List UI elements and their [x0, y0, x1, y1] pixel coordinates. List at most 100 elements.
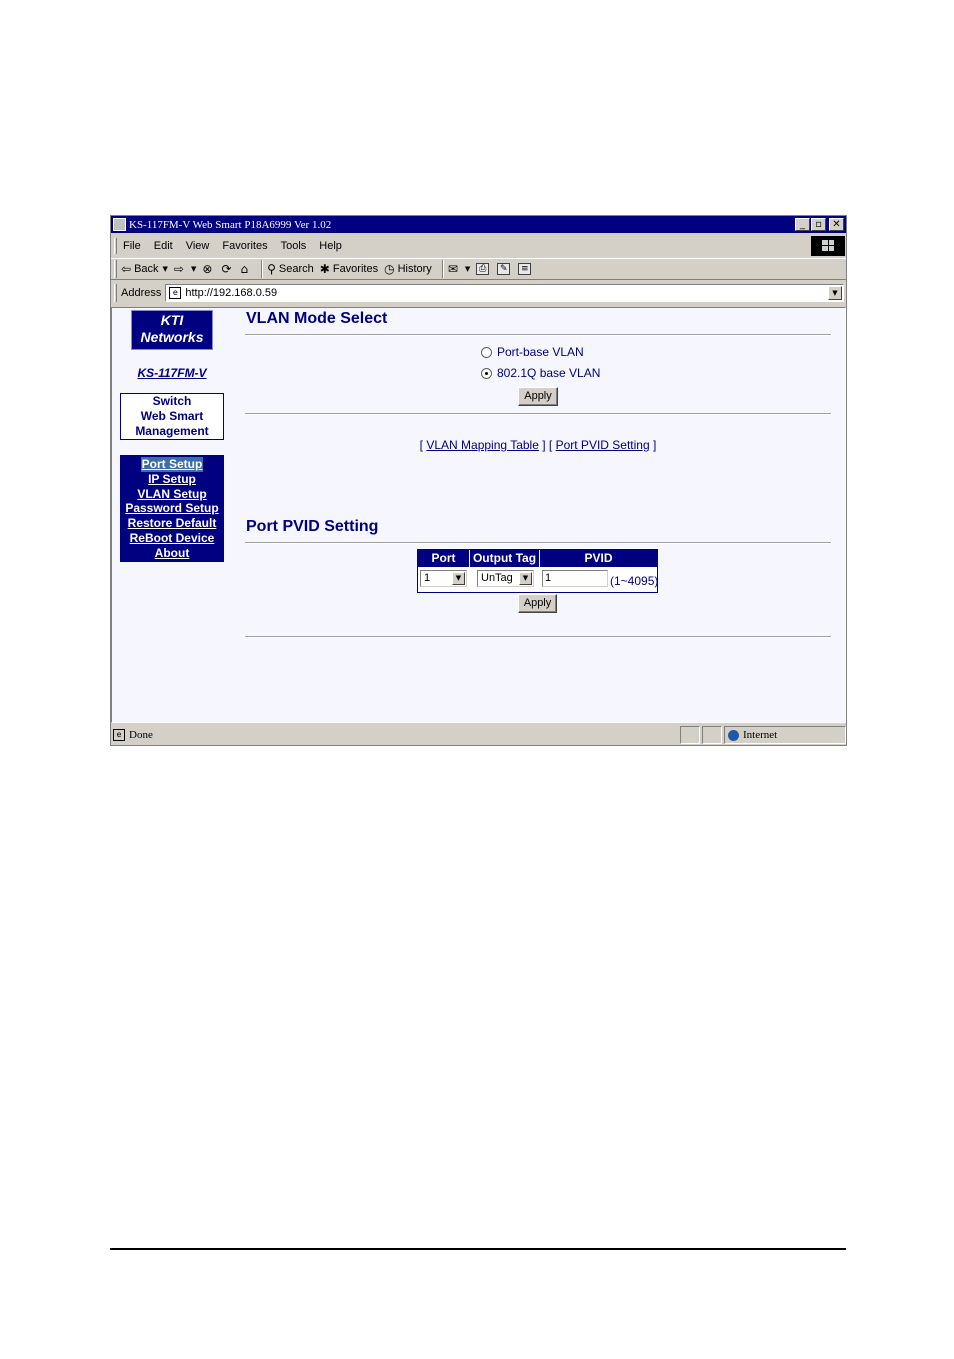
status-pane [680, 726, 700, 744]
menu-edit[interactable]: Edit [154, 240, 173, 252]
history-button[interactable]: ◷ History [384, 262, 432, 276]
address-input[interactable]: e http://192.168.0.59 ▼ [165, 284, 844, 302]
browser-window: KS-117FM-V Web Smart P18A6999 Ver 1.02 _… [110, 215, 847, 746]
print-icon[interactable]: ⎙ [476, 263, 490, 275]
radio-8021q-control[interactable] [481, 367, 492, 379]
forward-button[interactable]: ⇨ ▼ [174, 262, 196, 276]
menu-favorites[interactable]: Favorites [222, 240, 267, 252]
nav-vlan-setup[interactable]: VLAN Setup [120, 487, 224, 502]
ie-app-icon [113, 218, 126, 231]
toolbar-separator [441, 260, 444, 278]
menu-help[interactable]: Help [319, 240, 342, 252]
mail-button[interactable]: ✉ ▼ [448, 262, 470, 276]
divider [245, 636, 831, 638]
pvid-input[interactable]: 1 [542, 570, 608, 587]
address-bar: Address e http://192.168.0.59 ▼ [111, 282, 846, 304]
pvid-range-hint: (1~4095) [610, 574, 659, 588]
col-port: Port [418, 550, 470, 567]
back-button[interactable]: ⇦ Back ▼ [121, 262, 168, 276]
toolbar-separator [261, 260, 264, 278]
mail-dropdown-icon[interactable]: ▼ [465, 265, 470, 273]
nav-password-setup[interactable]: Password Setup [120, 501, 224, 516]
menu-tools[interactable]: Tools [281, 240, 307, 252]
divider [245, 413, 831, 415]
home-icon: ⌂ [240, 262, 249, 276]
favorites-icon: ✱ [319, 262, 330, 276]
refresh-button[interactable]: ⟳ [221, 262, 234, 276]
col-output-tag: Output Tag [470, 550, 540, 567]
radio-port-base-control[interactable] [481, 346, 492, 358]
restore-button[interactable]: ▫ [811, 218, 826, 231]
forward-arrow-icon: ⇨ [173, 262, 184, 276]
close-button[interactable]: ✕ [829, 218, 844, 231]
radio-8021q[interactable]: 802.1Q base VLAN [481, 366, 600, 380]
minimize-button[interactable]: _ [795, 218, 810, 231]
mail-icon: ✉ [447, 262, 458, 276]
pvid-apply-button[interactable]: Apply [518, 594, 557, 613]
back-arrow-icon: ⇦ [121, 262, 132, 276]
vlan-mapping-table-link[interactable]: VLAN Mapping Table [426, 438, 539, 452]
stop-button[interactable]: ⊗ [202, 262, 215, 276]
chevron-down-icon[interactable]: ▼ [452, 572, 465, 585]
status-pane [702, 726, 722, 744]
windows-logo-icon [811, 236, 845, 256]
pvid-table-header: Port Output Tag PVID [418, 550, 657, 567]
back-dropdown-icon[interactable]: ▼ [163, 265, 168, 273]
pvid-table-row: 1 ▼ UnTag ▼ 1 (1~4095) [418, 567, 659, 592]
menu-bar: File Edit View Favorites Tools Help [111, 236, 846, 256]
vlan-link-row: [ VLAN Mapping Table ] [ Port PVID Setti… [419, 438, 657, 452]
standard-toolbar: ⇦ Back ▼ ⇨ ▼ ⊗ ⟳ ⌂ ⚲ Search ✱ Favorites … [111, 258, 846, 280]
nav-port-setup[interactable]: Port Setup [140, 457, 204, 472]
nav-reboot-device[interactable]: ReBoot Device [120, 531, 224, 546]
col-pvid: PVID [584, 551, 613, 565]
search-icon: ⚲ [267, 262, 276, 276]
page-done-icon: e [113, 729, 125, 741]
discuss-icon[interactable]: ≡ [518, 263, 532, 275]
address-dropdown-icon[interactable]: ▼ [828, 286, 842, 300]
refresh-icon: ⟳ [221, 262, 232, 276]
page-viewport: KTI Networks KS-117FM-V Switch Web Smart… [111, 307, 846, 723]
nav-menu: Port Setup IP Setup VLAN Setup Password … [120, 455, 224, 562]
nav-about[interactable]: About [120, 546, 224, 561]
forward-dropdown-icon[interactable]: ▼ [191, 265, 196, 273]
address-url[interactable]: http://192.168.0.59 [185, 287, 828, 299]
address-label: Address [121, 287, 162, 299]
status-text: Done [129, 729, 153, 741]
menu-file[interactable]: File [123, 240, 141, 252]
nav-restore-default[interactable]: Restore Default [120, 516, 224, 531]
search-button[interactable]: ⚲ Search [267, 262, 314, 276]
zone-label: Internet [743, 729, 778, 741]
port-pvid-setting-link[interactable]: Port PVID Setting [556, 438, 650, 452]
history-icon: ◷ [384, 262, 395, 276]
pvid-table: Port Output Tag PVID 1 ▼ UnTag ▼ 1 (1~40… [417, 549, 658, 593]
kti-logo: KTI Networks [131, 310, 213, 350]
menu-view[interactable]: View [186, 240, 210, 252]
nav-ip-setup[interactable]: IP Setup [120, 472, 224, 487]
sidebar: KTI Networks KS-117FM-V Switch Web Smart… [112, 308, 232, 722]
divider [245, 542, 831, 544]
main-content: VLAN Mode Select Port-base VLAN 802.1Q b… [245, 308, 833, 722]
favorites-button[interactable]: ✱ Favorites [320, 262, 378, 276]
divider [245, 334, 831, 336]
status-bar: e Done Internet [111, 725, 846, 745]
vlan-mode-apply-button[interactable]: Apply [518, 387, 558, 406]
management-box: Switch Web Smart Management [120, 393, 224, 440]
edit-icon[interactable]: ✎ [497, 263, 511, 275]
addressbar-grip[interactable] [114, 284, 117, 302]
home-button[interactable]: ⌂ [241, 262, 252, 276]
globe-icon [728, 729, 739, 741]
footer-rule [110, 1248, 846, 1250]
window-title: KS-117FM-V Web Smart P18A6999 Ver 1.02 [129, 218, 332, 231]
title-bar[interactable]: KS-117FM-V Web Smart P18A6999 Ver 1.02 _… [111, 216, 846, 233]
radio-port-base[interactable]: Port-base VLAN [481, 345, 584, 359]
stop-icon: ⊗ [202, 262, 213, 276]
vlan-mode-title: VLAN Mode Select [246, 310, 388, 327]
chevron-down-icon[interactable]: ▼ [519, 572, 532, 585]
port-select[interactable]: 1 ▼ [420, 570, 467, 587]
toolbar-grip[interactable] [114, 260, 117, 278]
output-tag-select[interactable]: UnTag ▼ [477, 570, 534, 587]
security-zone: Internet [724, 726, 846, 744]
model-link[interactable]: KS-117FM-V [112, 366, 232, 380]
pvid-title: Port PVID Setting [246, 518, 379, 535]
menubar-grip[interactable] [114, 238, 117, 254]
